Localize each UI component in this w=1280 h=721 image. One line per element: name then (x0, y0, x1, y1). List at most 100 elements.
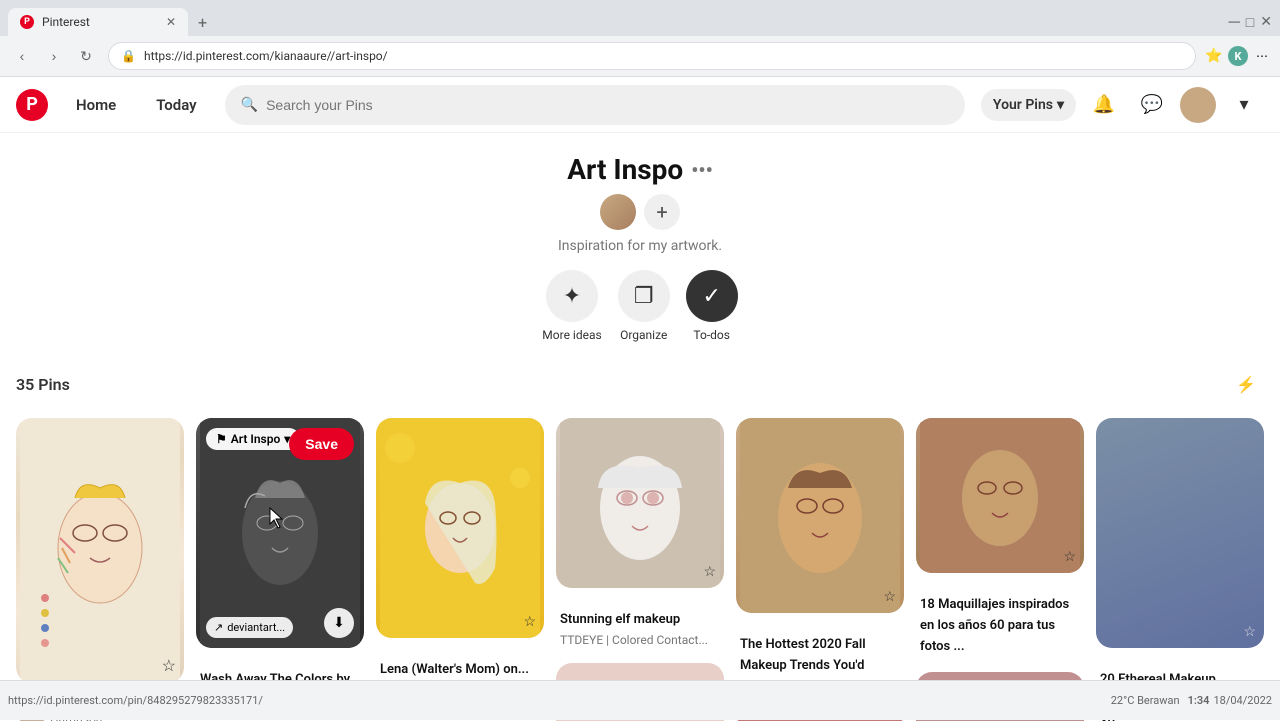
source-label: deviantart... (227, 621, 285, 634)
close-btn[interactable]: ✕ (1260, 14, 1272, 30)
board-title-text: Art Inspo (567, 153, 683, 186)
status-weather: 22°C Berawan (1111, 694, 1180, 707)
pin-info-elf: Stunning elf makeup TTDEYE | Colored Con… (556, 600, 724, 651)
pin-col-5: ☆ The Hottest 2020 Fall Makeup Trends Yo… (736, 418, 904, 721)
pin-card-sketch[interactable]: ☆ (16, 418, 184, 683)
address-bar: ‹ › ↻ 🔒 https://id.pinterest.com/kianaau… (0, 36, 1280, 76)
pin-col-6: ☆ 18 Maquillajes inspirados en los años … (916, 418, 1084, 721)
board-tag-deviantart[interactable]: ⚑ Art Inspo ▾ (206, 428, 300, 450)
todos-label: To-dos (693, 328, 730, 342)
save-star-yellow[interactable]: ☆ (523, 614, 536, 630)
organize-label: Organize (620, 328, 667, 342)
add-collaborator-btn[interactable]: + (644, 194, 680, 230)
tab-favicon (20, 15, 34, 29)
save-star-btn[interactable]: ☆ (162, 656, 176, 675)
pins-count: 35 Pins (16, 375, 70, 394)
pin-col-1: ☆ Harrinson (16, 418, 184, 721)
pin-col-4: ☆ Stunning elf makeup TTDEYE | Colored C… (556, 418, 724, 721)
search-icon: 🔍 (241, 97, 258, 113)
pins-header: 35 Pins ⚡ (16, 358, 1264, 402)
pin-title-maquillajes: 18 Maquillajes inspirados en los años 60… (920, 597, 1069, 654)
browser-chrome: Pinterest ✕ + ─ □ ✕ ‹ › ↻ 🔒 https://id.p… (0, 0, 1280, 77)
notifications-btn[interactable]: 🔔 (1084, 85, 1124, 125)
external-link-icon: ↗ (214, 621, 223, 634)
new-tab-button[interactable]: + (192, 13, 213, 32)
pin-info-maquillajes: 18 Maquillajes inspirados en los años 60… (916, 585, 1084, 660)
save-star-bluegray[interactable]: ☆ (1243, 624, 1256, 640)
pin-card-deviantart[interactable]: ⚑ Art Inspo ▾ Save ↗ deviantart... ⬇ (196, 418, 364, 648)
pin-card-bluegray[interactable]: ☆ (1096, 418, 1264, 648)
window-controls: ─ □ ✕ (1220, 12, 1272, 32)
tab-close-btn[interactable]: ✕ (166, 15, 176, 29)
more-ideas-icon: ✦ (546, 270, 598, 322)
nav-right: Your Pins ▾ 🔔 💬 ▾ (981, 85, 1264, 125)
elf-art-svg (556, 418, 724, 588)
pin-card-yellow[interactable]: ☆ (376, 418, 544, 638)
pin-title-yellow: Lena (Walter's Mom) on... (380, 662, 529, 677)
yellow-art-svg (376, 418, 544, 638)
save-star-hottest[interactable]: ☆ (883, 589, 896, 605)
tab-bar: Pinterest ✕ + ─ □ ✕ (0, 0, 1280, 36)
your-pins-label: Your Pins (993, 97, 1053, 113)
refresh-button[interactable]: ↻ (72, 42, 100, 70)
status-time: 1:34 (1188, 694, 1210, 707)
save-star-maquillajes[interactable]: ☆ (1063, 549, 1076, 565)
hottest-art-svg (736, 418, 904, 613)
top-nav: P Home Today 🔍 Your Pins ▾ 🔔 💬 ▾ (0, 77, 1280, 133)
avatar-btn[interactable] (1180, 87, 1216, 123)
messages-btn[interactable]: 💬 (1132, 85, 1172, 125)
your-pins-btn[interactable]: Your Pins ▾ (981, 89, 1076, 121)
url-bar[interactable]: 🔒 https://id.pinterest.com/kianaaure//ar… (108, 42, 1196, 70)
board-description: Inspiration for my artwork. (0, 238, 1280, 254)
active-tab[interactable]: Pinterest ✕ (8, 8, 188, 36)
pins-grid: ☆ Harrinson (16, 418, 1264, 721)
browser-actions: ⭐ K ⋯ (1204, 46, 1272, 66)
pinterest-logo[interactable]: P (16, 89, 48, 121)
pin-col-7: ☆ 20 Ethereal Makeup Transformations to … (1096, 418, 1264, 721)
status-url: https://id.pinterest.com/pin/84829527982… (8, 694, 1111, 707)
pin-col-3: ☆ Lena (Walter's Mom) on... R resitovic … (376, 418, 544, 721)
todos-icon: ✓ (686, 270, 738, 322)
restore-btn[interactable]: □ (1246, 14, 1254, 31)
board-collaborators: + (0, 194, 1280, 230)
pin-card-maquillajes[interactable]: ☆ (916, 418, 1084, 573)
pin-card-hottest[interactable]: ☆ (736, 418, 904, 613)
nav-today[interactable]: Today (144, 88, 208, 122)
sketch-art-svg (16, 418, 184, 683)
url-text: https://id.pinterest.com/kianaaure//art-… (144, 49, 388, 63)
download-btn-deviantart[interactable]: ⬇ (324, 608, 354, 638)
nav-home[interactable]: Home (64, 88, 128, 122)
nav-buttons: ‹ › ↻ (8, 42, 100, 70)
organize-icon: ❐ (618, 270, 670, 322)
board-tag-icon: ⚑ (216, 432, 227, 446)
more-options-icon[interactable]: ⋯ (1252, 46, 1272, 66)
filter-btn[interactable]: ⚡ (1228, 366, 1264, 402)
status-bar: https://id.pinterest.com/pin/84829527982… (0, 680, 1280, 720)
search-input[interactable] (266, 97, 949, 113)
author-source-elf: TTDEYE | Colored Contact... (560, 633, 708, 647)
save-button-deviantart[interactable]: Save (289, 428, 354, 460)
save-star-elf[interactable]: ☆ (703, 564, 716, 580)
forward-button[interactable]: › (40, 42, 68, 70)
source-tag-deviantart[interactable]: ↗ deviantart... (206, 617, 293, 638)
pin-col-2: ⚑ Art Inspo ▾ Save ↗ deviantart... ⬇ (196, 418, 364, 721)
chevron-icon: ▾ (1057, 97, 1064, 113)
todos-btn[interactable]: ✓ To-dos (686, 270, 738, 342)
board-actions: ✦ More ideas ❐ Organize ✓ To-dos (0, 270, 1280, 342)
back-button[interactable]: ‹ (8, 42, 36, 70)
extensions-icon[interactable]: ⭐ (1204, 46, 1224, 66)
nav-dropdown-btn[interactable]: ▾ (1224, 85, 1264, 125)
maquillajes-art-svg (916, 418, 1084, 573)
board-tag-label: Art Inspo (231, 432, 281, 446)
profile-icon[interactable]: K (1228, 46, 1248, 66)
pin-author-elf: TTDEYE | Colored Contact... (560, 633, 720, 647)
collab-avatar[interactable] (600, 194, 636, 230)
pin-card-elf[interactable]: ☆ (556, 418, 724, 588)
tab-title: Pinterest (42, 15, 158, 29)
search-bar[interactable]: 🔍 (225, 85, 965, 125)
status-date: 18/04/2022 (1213, 694, 1272, 707)
organize-btn[interactable]: ❐ Organize (618, 270, 670, 342)
more-ideas-btn[interactable]: ✦ More ideas (542, 270, 601, 342)
minimize-btn[interactable]: ─ (1228, 12, 1239, 32)
board-options-btn[interactable]: ••• (691, 158, 713, 182)
